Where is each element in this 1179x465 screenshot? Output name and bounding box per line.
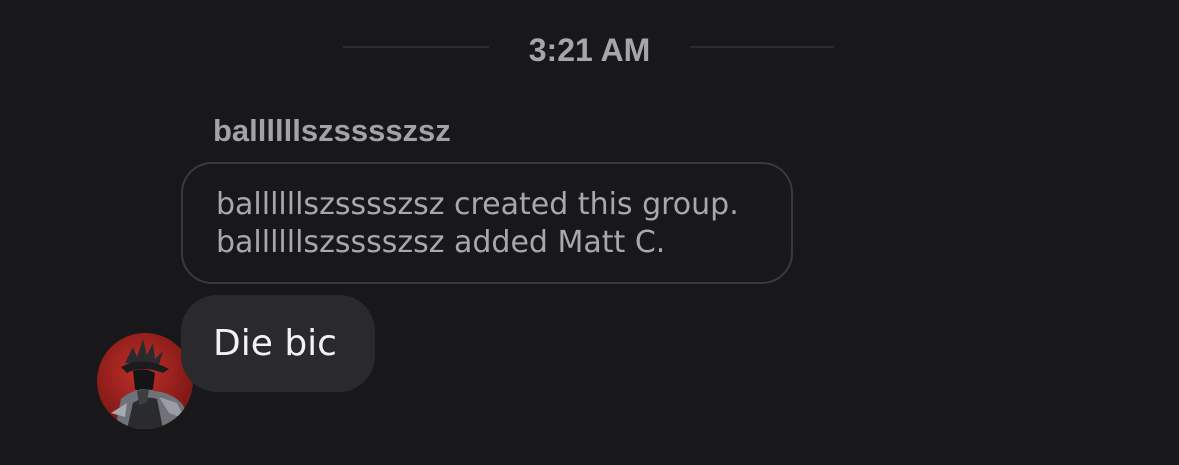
avatar[interactable]	[97, 333, 193, 429]
sender-name[interactable]: ballllllszsssszsz	[213, 112, 451, 150]
avatar-image	[111, 339, 193, 429]
system-message-added: ballllllszsssszsz added Matt C.	[216, 225, 666, 260]
message-bubble[interactable]: Die bic	[181, 295, 375, 392]
system-message-created: ballllllszsssszsz created this group.	[216, 187, 739, 222]
time-divider-right	[690, 46, 834, 48]
message-text: Die bic	[213, 323, 337, 364]
timestamp: 3:21 AM	[528, 32, 651, 68]
time-divider-left	[343, 46, 489, 48]
system-message-bubble[interactable]: ballllllszsssszsz created this group. ba…	[181, 162, 793, 284]
